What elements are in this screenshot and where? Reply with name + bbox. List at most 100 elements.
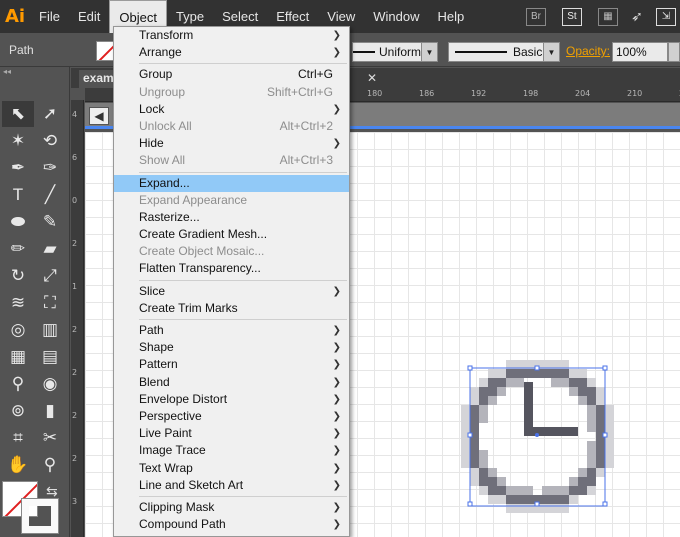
clock-pixel [506, 486, 515, 495]
gradient-tool-icon[interactable]: ▤ [34, 344, 66, 370]
opacity-dropdown-button[interactable] [668, 42, 680, 62]
menu-item-rasterize[interactable]: Rasterize... [114, 209, 349, 226]
shape-builder-tool-icon[interactable]: ◎ [2, 317, 34, 343]
feather-icon[interactable]: ➶ [626, 8, 648, 25]
clock-pixel [524, 391, 533, 400]
back-arrow-icon[interactable]: ◀ [89, 107, 109, 125]
menu-item-lock[interactable]: Lock ❯ [114, 101, 349, 118]
menu-item-compound-path[interactable]: Compound Path ❯ [114, 516, 349, 533]
menu-item-label: Lock [139, 101, 165, 116]
close-icon[interactable]: ✕ [367, 71, 377, 85]
menu-item-expand[interactable]: Expand... [114, 174, 349, 192]
chart-tool-icon[interactable]: ▥ [34, 317, 66, 343]
color-controls: ⇆ [0, 475, 70, 537]
chevron-down-icon[interactable]: ▼ [543, 43, 559, 61]
menu-item-blend[interactable]: Blend ❯ [114, 374, 349, 391]
menu-item-label: Pattern [139, 357, 178, 372]
lasso-tool-icon[interactable]: ⟲ [34, 128, 66, 154]
clock-pixel [551, 486, 560, 495]
menu-item-create-trim-marks[interactable]: Create Trim Marks [114, 300, 349, 317]
stock-icon[interactable]: St [562, 7, 582, 26]
bridge-icon[interactable]: Br [526, 7, 546, 26]
menu-item-slice[interactable]: Slice ❯ [114, 283, 349, 300]
magic-wand-tool-icon[interactable]: ✶ [2, 128, 34, 154]
slice-tool-icon[interactable]: ✂ [34, 425, 66, 451]
clock-pixel [488, 387, 497, 396]
selection-tool-icon[interactable]: ⬉ [2, 101, 34, 127]
swap-colors-icon[interactable]: ⇆ [46, 483, 58, 500]
scale-tool-icon[interactable]: ⤢ [34, 263, 66, 289]
direct-selection-tool-icon[interactable]: ➚ [34, 101, 66, 127]
handle-top-right [602, 365, 608, 371]
ellipse-tool-icon[interactable]: ⬬ [2, 209, 34, 235]
menu-item-flatten-transparency[interactable]: Flatten Transparency... [114, 260, 349, 277]
clock-pixel [506, 504, 515, 513]
clock-pixel [605, 441, 614, 450]
clock-pixel [524, 400, 533, 409]
clock-pixel [587, 477, 596, 486]
chevron-right-icon: ❯ [332, 103, 341, 115]
sync-icon[interactable]: ⇲ [656, 7, 676, 26]
menu-item-label: Text Wrap [139, 460, 193, 475]
ruler-tick-label: 186 [419, 89, 435, 98]
stroke-color-box[interactable] [22, 499, 58, 533]
warp-tool-icon[interactable]: ≋ [2, 290, 34, 316]
eyedropper-tool-icon[interactable]: ⚲ [2, 371, 34, 397]
pen-tool-icon[interactable]: ✒ [2, 155, 34, 181]
opacity-label[interactable]: Opacity: [566, 44, 610, 58]
clock-pixel [470, 396, 479, 405]
menu-item-pattern[interactable]: Pattern ❯ [114, 356, 349, 373]
type-tool-icon[interactable]: T [2, 182, 34, 208]
menu-item-arrange[interactable]: Arrange ❯ [114, 44, 349, 61]
menu-item-create-gradient-mesh[interactable]: Create Gradient Mesh... [114, 226, 349, 243]
line-tool-icon[interactable]: ╱ [34, 182, 66, 208]
ruler-tick-label: 192 [471, 89, 487, 98]
chevron-down-icon[interactable]: ▼ [421, 43, 437, 61]
menu-item-envelope-distort[interactable]: Envelope Distort ❯ [114, 391, 349, 408]
menu-edit[interactable]: Edit [69, 0, 109, 33]
menu-item-transform[interactable]: Transform ❯ [114, 27, 349, 44]
chevron-right-icon: ❯ [332, 410, 341, 422]
curvature-tool-icon[interactable]: ✑ [34, 155, 66, 181]
workspace-layout-icon[interactable]: ▦ [598, 7, 618, 26]
menu-item-live-paint[interactable]: Live Paint ❯ [114, 425, 349, 442]
menu-item-shape[interactable]: Shape ❯ [114, 339, 349, 356]
rotate-tool-icon[interactable]: ↻ [2, 263, 34, 289]
panel-collapse-icon[interactable]: ◂◂ [0, 67, 69, 81]
column-graph-tool-icon[interactable]: ▮ [34, 398, 66, 424]
menu-file[interactable]: File [30, 0, 69, 33]
menu-item-group[interactable]: Group Ctrl+G [114, 66, 349, 83]
menu-item-hide[interactable]: Hide ❯ [114, 135, 349, 152]
menu-item-path[interactable]: Path ❯ [114, 322, 349, 339]
paintbrush-tool-icon[interactable]: ✎ [34, 209, 66, 235]
menu-item-line-and-sketch-art[interactable]: Line and Sketch Art ❯ [114, 477, 349, 494]
tools-panel: ◂◂ ⬉ ➚ ✶ ⟲ ✒ ✑ T ╱ ⬬ ✎ ✏ ▰ ↻ ⤢ ≋ ⛶ ◎ ▥ ▦ ▤ ⚲ ◉ ⊚ ▮ ⌗ ✂ ✋ ⚲ ⇆ [0, 67, 70, 537]
clock-pixel [479, 486, 488, 495]
clock-pixel [587, 414, 596, 423]
ruler-tick-label: 198 [523, 89, 539, 98]
stroke-profile-dropdown[interactable]: Uniform ▼ [352, 42, 438, 62]
vruler-tick-label: 0 [72, 196, 78, 205]
pixel-clock-artwork[interactable] [458, 357, 618, 517]
menu-item-text-wrap[interactable]: Text Wrap ❯ [114, 460, 349, 477]
ruler-tick-label: 204 [575, 89, 591, 98]
menu-item-perspective[interactable]: Perspective ❯ [114, 408, 349, 425]
clock-pixel [596, 459, 605, 468]
menu-item-image-trace[interactable]: Image Trace ❯ [114, 442, 349, 459]
clock-pixel [515, 486, 524, 495]
blend-tool-icon[interactable]: ◉ [34, 371, 66, 397]
free-transform-tool-icon[interactable]: ⛶ [34, 290, 66, 316]
menu-help[interactable]: Help [428, 0, 473, 33]
pencil-tool-icon[interactable]: ✏ [2, 236, 34, 262]
menu-window[interactable]: Window [364, 0, 428, 33]
opacity-input[interactable]: 100% [612, 42, 668, 62]
artboard-tool-icon[interactable]: ⌗ [2, 425, 34, 451]
clock-pixel [524, 409, 533, 418]
symbol-sprayer-tool-icon[interactable]: ⊚ [2, 398, 34, 424]
clock-pixel [479, 414, 488, 423]
brush-definition-dropdown[interactable]: Basic ▼ [448, 42, 560, 62]
mesh-tool-icon[interactable]: ▦ [2, 344, 34, 370]
menu-item-clipping-mask[interactable]: Clipping Mask ❯ [114, 499, 349, 516]
eraser-tool-icon[interactable]: ▰ [34, 236, 66, 262]
clock-pixel [551, 495, 560, 504]
